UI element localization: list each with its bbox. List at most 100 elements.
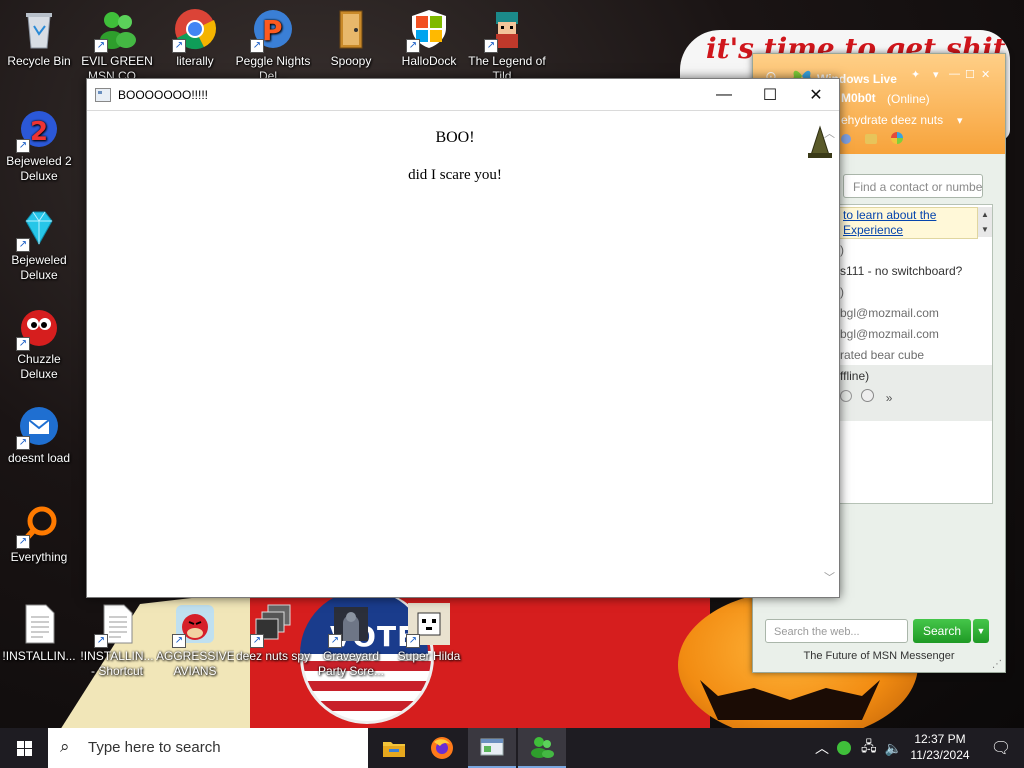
taskbar-app-firefox[interactable] bbox=[418, 728, 466, 768]
window-app-icon bbox=[480, 738, 504, 756]
maximize-icon[interactable]: ☐ bbox=[965, 68, 975, 81]
close-icon[interactable]: ✕ bbox=[981, 68, 990, 81]
taskbar-app-file-explorer[interactable] bbox=[370, 728, 418, 768]
offline-group-header[interactable]: ffline) bbox=[836, 369, 994, 383]
shortcut-arrow-icon: ↗ bbox=[94, 39, 108, 53]
desktop-icon-recycle-bin[interactable]: Recycle Bin bbox=[0, 8, 78, 84]
desktop-icon-hallodock[interactable]: ↗ HalloDock bbox=[390, 8, 468, 84]
desktop-icon-label: AGGRESSIVE AVIANS bbox=[156, 649, 234, 678]
chrome-icon: ↗ bbox=[172, 8, 216, 53]
taskbar-app-msn-messenger[interactable] bbox=[518, 728, 566, 768]
shortcut-arrow-icon: ↗ bbox=[16, 337, 30, 351]
svg-text:P: P bbox=[262, 14, 283, 47]
contact-item[interactable]: bgl@mozmail.com bbox=[836, 306, 994, 320]
messenger-status[interactable]: (Online) bbox=[887, 92, 930, 106]
taskbar-clock[interactable]: 12:37 PM 11/23/2024 bbox=[904, 731, 976, 763]
desktop-icon-label: Bejeweled 2 Deluxe bbox=[6, 154, 72, 183]
svg-text:2: 2 bbox=[30, 117, 48, 147]
msn-buddies-icon: ↗ bbox=[94, 8, 138, 53]
search-icon: ⌕ bbox=[60, 737, 70, 756]
menu-dropdown-icon[interactable]: ▾ bbox=[933, 68, 939, 81]
desktop-icon-spoopy[interactable]: Spoopy bbox=[312, 8, 390, 84]
shortcut-arrow-icon: ↗ bbox=[16, 139, 30, 153]
desktop-icon-label: !INSTALLIN... bbox=[2, 649, 76, 663]
dialog-content: BOO! did I scare you! ︿ ﹀ bbox=[87, 111, 839, 597]
desktop-icon-aggressive-avians[interactable]: ↗ AGGRESSIVE AVIANS bbox=[156, 603, 234, 679]
contact-item[interactable]: s111 - no switchboard? bbox=[836, 264, 994, 278]
scroll-down-icon[interactable]: ﹀ bbox=[824, 569, 835, 585]
bejeweled2-icon: 2 ↗ bbox=[16, 108, 60, 153]
scroll-up-icon[interactable]: ︿ bbox=[824, 125, 835, 141]
desktop-icon-label: Everything bbox=[10, 550, 68, 564]
more-chevron-icon[interactable]: » bbox=[886, 391, 893, 405]
windows-logo-icon bbox=[16, 740, 32, 756]
close-button[interactable]: ✕ bbox=[793, 79, 839, 110]
search-options-dropdown[interactable]: ▼ bbox=[973, 619, 989, 643]
desktop-icon-doesnt-load[interactable]: ↗ doesnt load bbox=[0, 405, 78, 481]
desktop-icon-bejeweled[interactable]: ↗ Bejeweled Deluxe bbox=[0, 207, 78, 283]
status-circle-icon[interactable] bbox=[840, 390, 852, 402]
dialog-message: did I scare you! bbox=[408, 167, 502, 183]
minimize-icon[interactable]: — bbox=[949, 68, 960, 80]
contact-item[interactable]: ) bbox=[836, 285, 994, 299]
desktop-icon-deez-nuts-spy[interactable]: ↗ deez nuts spy bbox=[234, 603, 312, 679]
notification-center-icon[interactable]: 🗨 bbox=[978, 728, 1024, 768]
desktop-icon-everything[interactable]: ↗ Everything bbox=[0, 504, 78, 580]
minimize-button[interactable]: — bbox=[701, 79, 747, 110]
show-hidden-icons-chevron-icon[interactable]: ︿ bbox=[815, 738, 829, 758]
banner-scrollbar[interactable]: ▲ ▼ bbox=[978, 207, 992, 237]
banner-link-2[interactable]: Experience bbox=[837, 223, 977, 238]
desktop-icon-label: Chuzzle Deluxe bbox=[17, 352, 61, 381]
contact-item[interactable]: bgl@mozmail.com bbox=[836, 327, 994, 341]
messenger-footer[interactable]: The Future of MSN Messenger bbox=[753, 650, 1005, 662]
taskbar: ⌕ Type here to search ︿ 🖧 🔈 12:37 PM 11/… bbox=[0, 728, 1024, 768]
web-search-input[interactable]: Search the web... bbox=[765, 619, 908, 643]
maximize-button[interactable]: ☐ bbox=[747, 79, 793, 110]
contact-item[interactable]: ) bbox=[836, 243, 994, 257]
contact-list[interactable]: to learn about the Experience ▲ ▼ ) s111 … bbox=[835, 204, 993, 504]
volume-icon[interactable]: 🔈 bbox=[885, 740, 902, 757]
text-file-icon: ↗ bbox=[94, 603, 138, 648]
text-file-icon bbox=[18, 603, 60, 645]
dialog-titlebar[interactable]: BOOOOOOO!!!!! — ☐ ✕ bbox=[87, 79, 839, 111]
start-button[interactable] bbox=[0, 728, 48, 768]
pixel-dog-icon: ↗ bbox=[406, 603, 450, 648]
desktop-icon-literally[interactable]: ↗ literally bbox=[156, 8, 234, 84]
taskbar-app-boo-dialog[interactable] bbox=[468, 728, 516, 768]
desktop-icon-installing-shortcut[interactable]: ↗ !INSTALLIN... - Shortcut bbox=[78, 603, 156, 679]
boo-dialog-window[interactable]: BOOOOOOO!!!!! — ☐ ✕ BOO! did I scare you… bbox=[86, 78, 840, 598]
desktop-icon-installing[interactable]: !INSTALLIN... bbox=[0, 603, 78, 679]
desktop-icon-peggle-nights[interactable]: P ↗ Peggle Nights Del... bbox=[234, 8, 312, 84]
shortcut-arrow-icon: ↗ bbox=[406, 634, 420, 648]
sign-in-options-icon[interactable]: ✦ bbox=[911, 68, 920, 81]
banner-link-1[interactable]: to learn about the bbox=[837, 208, 977, 223]
desktop-icon-graveyard-party[interactable]: ↗ Graveyard Party Scre... bbox=[312, 603, 390, 679]
taskbar-search-box[interactable]: ⌕ Type here to search bbox=[48, 728, 368, 768]
psm-dropdown-icon[interactable]: ▾ bbox=[957, 114, 963, 127]
info-banner[interactable]: to learn about the Experience bbox=[836, 207, 978, 239]
mail-icon[interactable] bbox=[841, 134, 851, 144]
msn-today-icon[interactable] bbox=[891, 132, 903, 144]
folder-icon[interactable] bbox=[865, 134, 877, 144]
desktop-icon-legend-of-tilda[interactable]: ↗ The Legend of Tild... bbox=[468, 8, 546, 84]
clock-circle-icon[interactable] bbox=[861, 389, 875, 402]
personal-message[interactable]: ehydrate deez nuts bbox=[841, 113, 943, 127]
desktop-icon-evil-green-msn[interactable]: ↗ EVIL GREEN MSN CO... bbox=[78, 8, 156, 84]
shortcut-arrow-icon: ↗ bbox=[94, 634, 108, 648]
desktop-icon-super-hilda[interactable]: ↗ Super Hilda bbox=[390, 603, 468, 679]
desktop-icon-bejeweled-2[interactable]: 2 ↗ Bejeweled 2 Deluxe bbox=[0, 108, 78, 184]
messenger-username[interactable]: M0b0t bbox=[841, 91, 876, 105]
firefox-icon bbox=[431, 737, 453, 759]
web-search-button[interactable]: Search bbox=[913, 619, 971, 643]
resize-grip-icon[interactable]: ⋰ bbox=[992, 659, 1002, 670]
shortcut-arrow-icon: ↗ bbox=[172, 634, 186, 648]
contact-item[interactable]: rated bear cube bbox=[836, 348, 994, 362]
game-character-icon: ↗ bbox=[484, 8, 528, 53]
find-contact-input[interactable]: Find a contact or numbe bbox=[843, 174, 983, 198]
msn-tray-icon[interactable] bbox=[837, 741, 851, 755]
desktop-icon-label: Bejeweled Deluxe bbox=[11, 253, 67, 282]
desktop-icon-chuzzle[interactable]: ↗ Chuzzle Deluxe bbox=[0, 306, 78, 382]
network-icon[interactable]: 🖧 bbox=[861, 736, 877, 760]
clock-time: 12:37 PM bbox=[914, 732, 966, 746]
desktop-icon-label: Graveyard Party Scre... bbox=[317, 649, 385, 678]
